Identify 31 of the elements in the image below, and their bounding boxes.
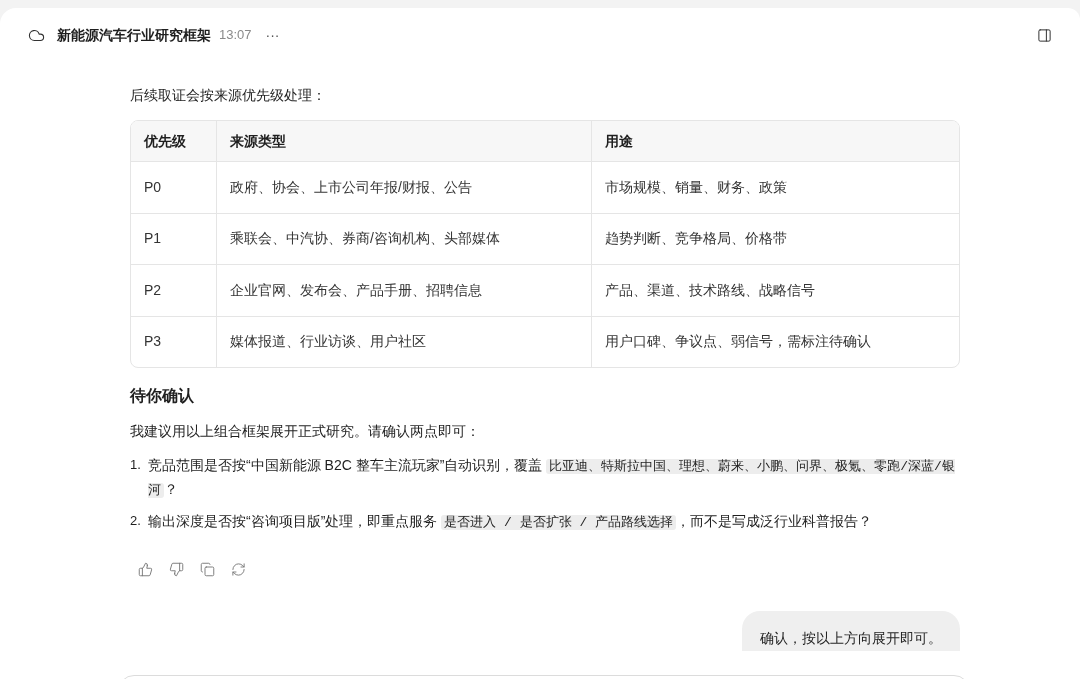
paragraph: 我建议用以上组合框架展开正式研究。请确认两点即可： — [130, 422, 481, 441]
intro-text: 后续取证会按来源优先级处理： — [130, 86, 327, 105]
table-cell-text: P0 — [143, 177, 163, 197]
column-header: 来源类型 — [216, 121, 591, 161]
table-cell: 媒体报道、行业访谈、用户社区 — [216, 316, 591, 367]
table-cell: 用户口碑、争议点、弱信号，需标注待确认 — [591, 316, 959, 367]
column-header: 用途 — [591, 121, 959, 161]
chat-title: 新能源汽车行业研究框架 — [57, 25, 211, 45]
table-cell-text: P1 — [143, 229, 163, 249]
table-cell: 乘联会、中汽协、券商/咨询机构、头部媒体 — [216, 213, 591, 264]
user-message: 确认，按以上方向展开即可。 — [760, 630, 942, 646]
section-heading: 待你确认 — [130, 386, 195, 406]
list-item-text: 输出深度是否按“咨询项目版”处理，即重点服务 是否进入 / 是否扩张 / 产品路线选择 ，而不是写成泛行业科普报告？ — [148, 512, 874, 532]
table-cell-text: P3 — [143, 332, 163, 352]
table-cell-text: P2 — [143, 280, 163, 300]
refresh-icon[interactable] — [231, 562, 246, 577]
list-number: 1. — [130, 456, 142, 474]
table-cell: 产品、渠道、技术路线、战略信号 — [591, 265, 959, 316]
table-cell: 市场规模、销量、财务、政策 — [591, 162, 959, 213]
more-button[interactable]: ··· — [265, 24, 280, 46]
sidebar-toggle-icon[interactable] — [1037, 27, 1052, 43]
table-cell: 企业官网、发布会、产品手册、招聘信息 — [216, 265, 591, 316]
thumbs-up-icon[interactable] — [138, 562, 153, 577]
copy-icon[interactable] — [200, 562, 215, 577]
list-number: 2. — [130, 512, 142, 530]
chat-time: 13:07 — [219, 26, 252, 45]
table-cell: 趋势判断、竞争格局、价格带 — [591, 213, 959, 264]
table-cell: 政府、协会、上市公司年报/财报、公告 — [216, 162, 591, 213]
list-item-text: 竞品范围是否按“中国新能源 B2C 整车主流玩家”自动识别，覆盖 比亚迪、特斯拉中国、理想、蔚来、小鹏、问界、极氪、零跑/深蓝/银河 ？ — [148, 456, 956, 500]
column-header: 优先级 — [143, 131, 187, 151]
thumbs-down-icon[interactable] — [169, 562, 184, 577]
